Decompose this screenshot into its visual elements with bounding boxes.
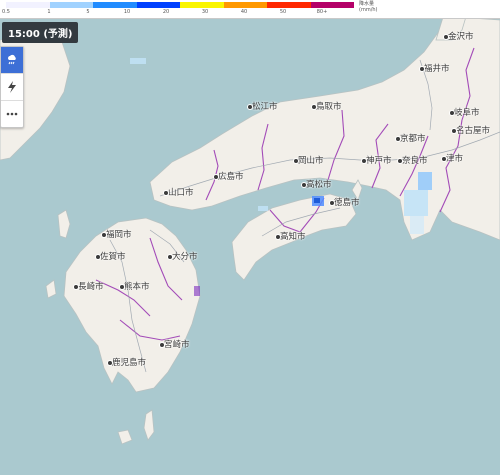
city-marker bbox=[73, 284, 79, 290]
city-label-fukuoka: 福岡市 bbox=[106, 230, 132, 240]
legend-color-swatch bbox=[136, 2, 180, 8]
city-label-kumamoto: 熊本市 bbox=[124, 282, 150, 292]
city-marker bbox=[247, 104, 253, 110]
city-marker bbox=[293, 158, 299, 164]
legend-unit: 降水量 (mm/h) bbox=[359, 1, 378, 13]
lightning-icon bbox=[8, 81, 16, 93]
legend-color-swatch bbox=[180, 2, 224, 8]
legend-tick: 80+ bbox=[316, 9, 328, 15]
city-marker bbox=[167, 254, 173, 260]
city-marker bbox=[361, 158, 367, 164]
city-label-nara: 奈良市 bbox=[402, 156, 428, 166]
city-marker bbox=[451, 128, 457, 134]
city-marker bbox=[159, 342, 165, 348]
city-marker bbox=[397, 158, 403, 164]
more-options-button[interactable] bbox=[1, 101, 23, 127]
legend-color-swatch bbox=[93, 2, 137, 8]
legend-color-swatch bbox=[267, 2, 311, 8]
city-label-tottori: 鳥取市 bbox=[316, 102, 342, 112]
legend-unit-label: (mm/h) bbox=[359, 7, 378, 13]
lightning-layer-button[interactable] bbox=[1, 74, 23, 101]
city-label-yamaguchi: 山口市 bbox=[168, 188, 194, 198]
legend-tick: 0.5 bbox=[2, 9, 10, 15]
city-marker bbox=[95, 254, 101, 260]
city-marker bbox=[441, 156, 447, 162]
legend-tick: 1 bbox=[47, 9, 51, 15]
city-label-fukui: 福井市 bbox=[424, 64, 450, 74]
legend-tick: 10 bbox=[123, 9, 131, 15]
legend-tick: 50 bbox=[279, 9, 287, 15]
city-label-matsue: 松江市 bbox=[252, 102, 278, 112]
legend-color-swatch bbox=[49, 2, 93, 8]
city-label-kochi: 高知市 bbox=[280, 232, 306, 242]
forecast-time-label: 15:00 (予測) bbox=[2, 22, 79, 43]
city-label-okayama: 岡山市 bbox=[298, 156, 324, 166]
city-marker bbox=[301, 182, 307, 188]
rain-layer-button[interactable] bbox=[1, 47, 23, 74]
city-marker bbox=[449, 110, 455, 116]
city-label-kobe: 神戸市 bbox=[366, 156, 392, 166]
more-dots-icon bbox=[6, 112, 18, 116]
city-label-miyazaki: 宮崎市 bbox=[164, 340, 190, 350]
city-label-tokushima: 徳島市 bbox=[334, 198, 360, 208]
city-marker bbox=[395, 136, 401, 142]
legend-tick: 5 bbox=[86, 9, 90, 15]
legend-tick: 20 bbox=[162, 9, 170, 15]
city-marker bbox=[101, 232, 107, 238]
city-label-tsu: 津市 bbox=[446, 154, 464, 164]
legend-color-bar bbox=[6, 2, 354, 8]
legend-color-swatch bbox=[223, 2, 267, 8]
city-label-hiroshima: 広島市 bbox=[218, 172, 244, 182]
city-marker bbox=[163, 190, 169, 196]
city-marker bbox=[213, 174, 219, 180]
legend-tick: 40 bbox=[240, 9, 248, 15]
city-label-kagoshima: 鹿児島市 bbox=[112, 358, 147, 368]
city-marker bbox=[119, 284, 125, 290]
legend-color-swatch bbox=[310, 2, 354, 8]
legend-color-swatch bbox=[6, 2, 50, 8]
city-marker bbox=[107, 360, 113, 366]
city-marker bbox=[311, 104, 317, 110]
legend-tick: 30 bbox=[201, 9, 209, 15]
city-label-saga: 佐賀市 bbox=[100, 252, 126, 262]
city-marker bbox=[443, 34, 449, 40]
map-layer-toolbar bbox=[0, 46, 24, 128]
cloud-rain-icon bbox=[8, 54, 16, 65]
city-marker bbox=[419, 66, 425, 72]
city-label-kyoto: 京都市 bbox=[400, 134, 426, 144]
city-label-nagoya: 名古屋市 bbox=[456, 126, 491, 136]
city-label-oita: 大分市 bbox=[172, 252, 198, 262]
city-label-kanazawa: 金沢市 bbox=[448, 32, 474, 42]
city-label-takamatsu: 高松市 bbox=[306, 180, 332, 190]
city-label-nagasaki: 長崎市 bbox=[78, 282, 104, 292]
city-marker bbox=[275, 234, 281, 240]
precipitation-legend: 0.5 1 5 10 20 30 40 50 80+ 降水量 (mm/h) bbox=[0, 0, 500, 19]
city-marker bbox=[329, 200, 335, 206]
city-label-gifu: 岐阜市 bbox=[454, 108, 480, 118]
